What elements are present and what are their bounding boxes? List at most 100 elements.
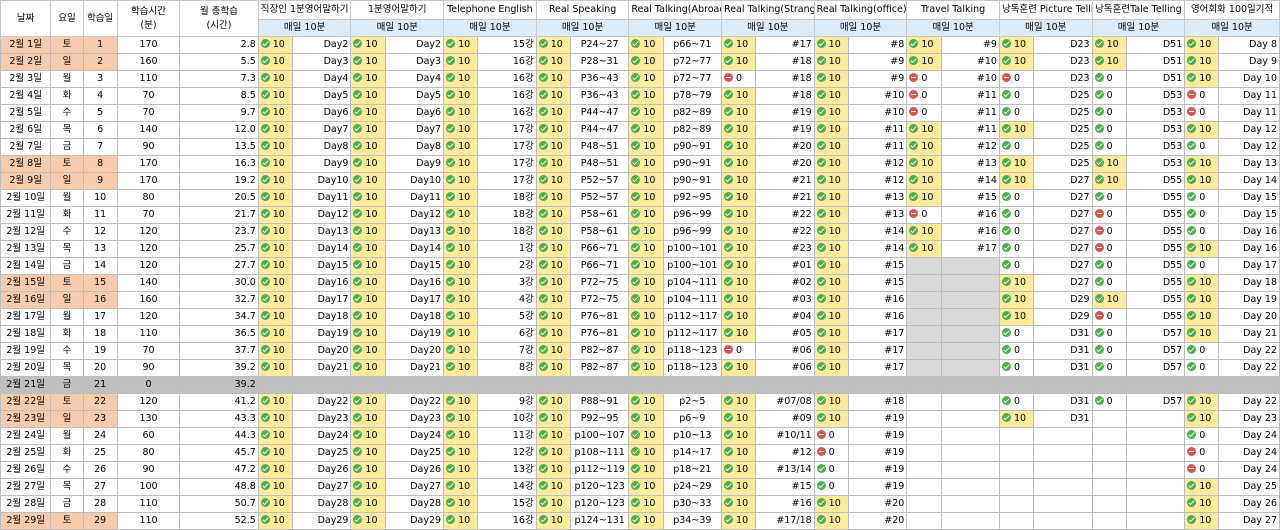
course-status-cell[interactable]: 10: [721, 308, 757, 326]
study-minutes-cell[interactable]: 70: [116, 87, 181, 105]
course-progress-cell[interactable]: P36~43: [569, 70, 630, 88]
course-progress-cell[interactable]: p30~33: [662, 495, 723, 513]
course-progress-cell[interactable]: D27: [1033, 223, 1093, 241]
course-progress-cell[interactable]: Day22: [384, 393, 445, 411]
header-day-number[interactable]: 학습일: [82, 0, 118, 37]
course-progress-cell[interactable]: 16강: [477, 53, 537, 71]
course-status-cell[interactable]: 10: [1184, 274, 1220, 292]
course-status-cell[interactable]: 10: [628, 274, 664, 292]
course-status-cell[interactable]: 10: [813, 104, 849, 122]
course-progress-cell[interactable]: p120~123: [569, 495, 630, 513]
course-progress-cell[interactable]: D53: [1125, 138, 1186, 156]
course-status-cell[interactable]: 10: [906, 121, 942, 139]
course-status-cell[interactable]: 10: [998, 291, 1035, 309]
course-status-cell[interactable]: 10: [257, 206, 294, 224]
day-number-cell[interactable]: 26: [82, 461, 118, 479]
course-status-cell[interactable]: 10: [1184, 121, 1220, 139]
course-progress-cell[interactable]: 3강: [477, 274, 537, 292]
course-progress-cell[interactable]: 17강: [477, 172, 537, 190]
course-status-cell[interactable]: 10: [350, 138, 386, 156]
course-progress-cell[interactable]: D31: [1033, 325, 1093, 343]
course-status-cell[interactable]: 10: [535, 478, 571, 496]
weekday-cell[interactable]: 일: [50, 172, 84, 190]
course-progress-cell[interactable]: Day23: [384, 410, 445, 428]
course-progress-cell[interactable]: p124~131: [569, 512, 630, 530]
course-progress-cell[interactable]: 10강: [477, 410, 537, 428]
course-progress-cell[interactable]: Day 22: [1218, 393, 1280, 411]
course-progress-cell[interactable]: [1125, 495, 1186, 513]
course-progress-cell[interactable]: P52~57: [569, 172, 630, 190]
course-status-cell[interactable]: 10: [350, 342, 386, 360]
day-number-cell[interactable]: 23: [82, 410, 118, 428]
course-status-cell[interactable]: 10: [535, 495, 571, 513]
course-status-cell[interactable]: [535, 376, 571, 394]
course-progress-cell[interactable]: Day25: [291, 444, 352, 462]
course-status-cell[interactable]: 10: [443, 308, 479, 326]
course-progress-cell[interactable]: p118~123: [662, 359, 723, 377]
course-status-cell[interactable]: 10: [1184, 325, 1220, 343]
date-cell[interactable]: 2월 21일: [0, 376, 52, 394]
course-status-cell[interactable]: [906, 257, 942, 275]
course-progress-cell[interactable]: p90~91: [662, 138, 723, 156]
study-minutes-cell[interactable]: 110: [116, 495, 181, 513]
course-status-cell[interactable]: 10: [1184, 36, 1220, 54]
course-status-cell[interactable]: 10: [813, 121, 849, 139]
weekday-cell[interactable]: 월: [50, 308, 84, 326]
course-progress-cell[interactable]: Day17: [384, 291, 445, 309]
course-status-cell[interactable]: 10: [813, 308, 849, 326]
course-status-cell[interactable]: 10: [257, 325, 294, 343]
course-progress-cell[interactable]: #15: [847, 274, 908, 292]
course-status-cell[interactable]: 0: [1184, 104, 1220, 122]
course-status-cell[interactable]: 10: [628, 461, 664, 479]
course-status-cell[interactable]: [1091, 427, 1127, 445]
weekday-cell[interactable]: 일: [50, 53, 84, 71]
day-number-cell[interactable]: 12: [82, 223, 118, 241]
course-progress-cell[interactable]: Day6: [384, 104, 445, 122]
course-status-cell[interactable]: 10: [628, 223, 664, 241]
course-status-cell[interactable]: 10: [813, 189, 849, 207]
course-progress-cell[interactable]: Day16: [384, 274, 445, 292]
header-daily-5[interactable]: 매일 10분: [721, 19, 815, 37]
study-minutes-cell[interactable]: 90: [116, 461, 181, 479]
course-status-cell[interactable]: 10: [535, 240, 571, 258]
course-status-cell[interactable]: 0: [1184, 342, 1220, 360]
date-cell[interactable]: 2월 5일: [0, 104, 52, 122]
course-status-cell[interactable]: 10: [257, 70, 294, 88]
study-minutes-cell[interactable]: 110: [116, 70, 181, 88]
course-progress-cell[interactable]: #06: [755, 342, 815, 360]
course-progress-cell[interactable]: #19: [755, 121, 815, 139]
course-status-cell[interactable]: 10: [535, 155, 571, 173]
course-status-cell[interactable]: 10: [535, 257, 571, 275]
course-progress-cell[interactable]: #16: [847, 308, 908, 326]
course-status-cell[interactable]: 0: [1184, 257, 1220, 275]
course-progress-cell[interactable]: Day18: [384, 308, 445, 326]
course-progress-cell[interactable]: p14~17: [662, 444, 723, 462]
course-progress-cell[interactable]: #21: [755, 189, 815, 207]
course-status-cell[interactable]: [1091, 376, 1127, 394]
day-number-cell[interactable]: 4: [82, 87, 118, 105]
course-progress-cell[interactable]: Day 24: [1218, 461, 1280, 479]
course-status-cell[interactable]: 10: [1184, 70, 1220, 88]
date-cell[interactable]: 2월 9일: [0, 172, 52, 190]
course-status-cell[interactable]: 10: [1184, 308, 1220, 326]
study-minutes-cell[interactable]: 140: [116, 121, 181, 139]
course-progress-cell[interactable]: P66~71: [569, 257, 630, 275]
course-progress-cell[interactable]: D31: [1033, 342, 1093, 360]
course-progress-cell[interactable]: #11: [940, 121, 1000, 139]
course-status-cell[interactable]: [906, 444, 942, 462]
course-status-cell[interactable]: 0: [1091, 121, 1127, 139]
weekday-cell[interactable]: 목: [50, 121, 84, 139]
course-progress-cell[interactable]: 18강: [477, 223, 537, 241]
day-number-cell[interactable]: 8: [82, 155, 118, 173]
date-cell[interactable]: 2월 3일: [0, 70, 52, 88]
date-cell[interactable]: 2월 29일: [0, 512, 52, 530]
course-progress-cell[interactable]: D27: [1033, 240, 1093, 258]
weekday-cell[interactable]: 토: [50, 36, 84, 54]
course-status-cell[interactable]: 10: [721, 240, 757, 258]
course-status-cell[interactable]: 10: [257, 155, 294, 173]
course-status-cell[interactable]: 10: [721, 138, 757, 156]
course-status-cell[interactable]: 10: [350, 155, 386, 173]
course-status-cell[interactable]: 10: [721, 495, 757, 513]
course-progress-cell[interactable]: D31: [1033, 393, 1093, 411]
course-status-cell[interactable]: 10: [1091, 172, 1127, 190]
